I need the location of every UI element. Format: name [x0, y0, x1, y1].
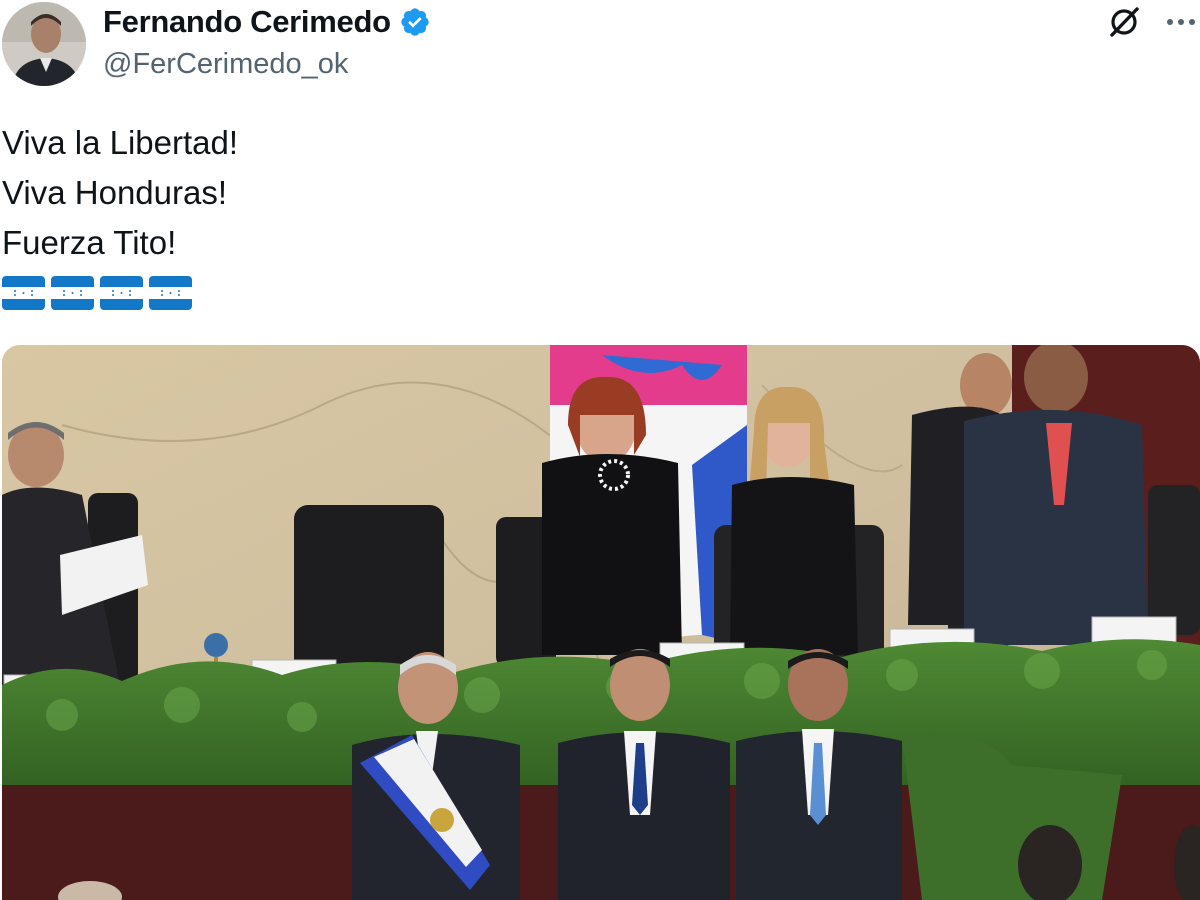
honduras-flag-emoji	[51, 276, 94, 310]
tweet-media-photo[interactable]	[2, 345, 1200, 900]
author-display-name[interactable]: Fernando Cerimedo	[103, 4, 431, 40]
tweet-line: Viva la Libertad!	[2, 124, 239, 161]
congress-ceremony-photo	[2, 345, 1200, 900]
flag-emoji-row	[2, 276, 192, 310]
tweet-line: Viva Honduras!	[2, 174, 228, 211]
avatar[interactable]	[2, 2, 86, 86]
tweet-header: Fernando Cerimedo @FerCerimedo_ok	[0, 0, 1200, 100]
honduras-flag-emoji	[149, 276, 192, 310]
author-handle[interactable]: @FerCerimedo_ok	[103, 48, 348, 81]
honduras-flag-emoji	[2, 276, 45, 310]
avatar-image	[2, 2, 86, 86]
tweet-line: Fuerza Tito!	[2, 224, 177, 261]
verified-badge-icon	[401, 8, 429, 36]
honduras-flag-emoji	[100, 276, 143, 310]
tweet-body: Viva la Libertad! Viva Honduras! Fuerza …	[2, 118, 238, 268]
grok-icon[interactable]	[1106, 4, 1142, 40]
display-name-text: Fernando Cerimedo	[103, 4, 391, 39]
more-options-icon[interactable]	[1164, 8, 1198, 36]
